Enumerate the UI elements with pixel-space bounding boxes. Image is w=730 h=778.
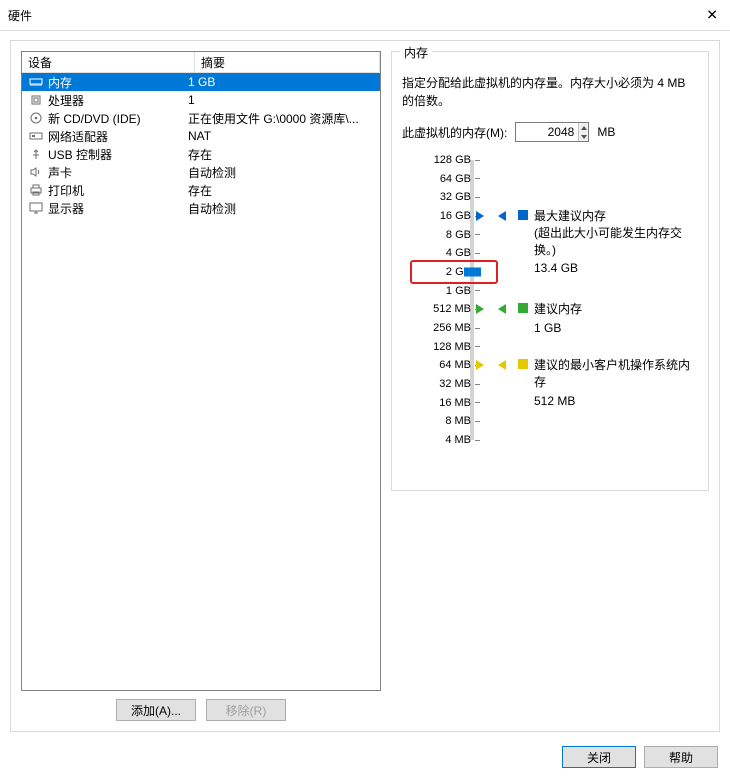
memory-label: 此虚拟机的内存(M): — [402, 124, 507, 141]
device-row-cpu[interactable]: 处理器 1 — [22, 91, 380, 109]
device-list-header: 设备 摘要 — [22, 52, 380, 73]
scale-tick: 128 GB — [412, 153, 480, 167]
memory-groupbox: 内存 指定分配给此虚拟机的内存量。内存大小必须为 4 MB 的倍数。 此虚拟机的… — [391, 51, 709, 491]
titlebar: 硬件 ✕ — [0, 0, 730, 31]
device-row-usb[interactable]: USB 控制器 存在 — [22, 145, 380, 163]
device-list[interactable]: 设备 摘要 内存 1 GB 处理器 1 新 CD/DVD (IDE) 正在使用文… — [21, 51, 381, 691]
scale-tick: 32 GB — [412, 190, 480, 204]
device-summary: 自动检测 — [182, 200, 380, 217]
printer-icon — [28, 182, 44, 198]
recommended-memory-value: 1 GB — [534, 320, 582, 337]
recommended-memory-legend: 建议内存 1 GB — [518, 301, 582, 337]
settings-pane: 内存 指定分配给此虚拟机的内存量。内存大小必须为 4 MB 的倍数。 此虚拟机的… — [391, 51, 709, 721]
device-name: 新 CD/DVD (IDE) — [48, 110, 141, 127]
scale-tick: 16 GB — [412, 209, 480, 223]
device-summary: 存在 — [182, 182, 380, 199]
device-row-nic[interactable]: 网络适配器 NAT — [22, 127, 380, 145]
recommended-memory-color-icon — [518, 303, 528, 313]
recommended-memory-title: 建议内存 — [534, 301, 582, 318]
device-name: 显示器 — [48, 200, 84, 217]
column-summary[interactable]: 摘要 — [195, 52, 380, 72]
nic-icon — [28, 128, 44, 144]
close-button[interactable]: 关闭 — [562, 746, 636, 768]
scale-tick: 1 GB — [412, 284, 480, 298]
device-row-cd[interactable]: 新 CD/DVD (IDE) 正在使用文件 G:\0000 资源库\... — [22, 109, 380, 127]
memory-spinner[interactable] — [515, 122, 589, 142]
device-row-sound[interactable]: 声卡 自动检测 — [22, 163, 380, 181]
device-buttons: 添加(A)... 移除(R) — [21, 699, 381, 721]
device-name: 处理器 — [48, 92, 84, 109]
max-memory-marker-icon — [476, 211, 484, 221]
min-memory-value: 512 MB — [534, 393, 698, 410]
help-button[interactable]: 帮助 — [644, 746, 718, 768]
spinner-up-icon[interactable] — [579, 123, 588, 132]
cpu-icon — [28, 92, 44, 108]
cd-icon — [28, 110, 44, 126]
usb-icon — [28, 146, 44, 162]
device-summary: 正在使用文件 G:\0000 资源库\... — [182, 110, 380, 127]
highlight-box — [410, 260, 498, 284]
scale-tick: 4 MB — [412, 433, 480, 447]
max-memory-pointer-icon — [498, 211, 506, 221]
device-pane: 设备 摘要 内存 1 GB 处理器 1 新 CD/DVD (IDE) 正在使用文… — [21, 51, 381, 721]
max-memory-note: (超出此大小可能发生内存交换。) — [534, 225, 698, 259]
max-memory-color-icon — [518, 210, 528, 220]
scale-tick: 4 GB — [412, 246, 480, 260]
recommended-memory-marker-icon — [476, 304, 484, 314]
recommended-memory-pointer-icon — [498, 304, 506, 314]
min-memory-marker-icon — [476, 360, 484, 370]
memory-icon — [28, 74, 44, 90]
display-icon — [28, 200, 44, 216]
device-name: 网络适配器 — [48, 128, 108, 145]
add-button[interactable]: 添加(A)... — [116, 699, 196, 721]
min-memory-pointer-icon — [498, 360, 506, 370]
window-title: 硬件 — [8, 7, 32, 24]
memory-slider[interactable]: 128 GB64 GB32 GB16 GB8 GB4 GB2 GB1 GB512… — [412, 158, 698, 458]
device-summary: 1 — [182, 93, 380, 107]
max-memory-legend: 最大建议内存(超出此大小可能发生内存交换。)13.4 GB — [518, 208, 698, 277]
device-summary: 自动检测 — [182, 164, 380, 181]
memory-unit: MB — [597, 125, 615, 139]
content-frame: 设备 摘要 内存 1 GB 处理器 1 新 CD/DVD (IDE) 正在使用文… — [10, 40, 720, 732]
device-summary: 1 GB — [182, 75, 380, 89]
scale-tick: 256 MB — [412, 321, 480, 335]
memory-legend: 内存 — [400, 44, 432, 61]
device-summary: 存在 — [182, 146, 380, 163]
device-summary: NAT — [182, 129, 380, 143]
spinner-down-icon[interactable] — [579, 132, 588, 141]
min-memory-legend: 建议的最小客户机操作系统内存 512 MB — [518, 357, 698, 409]
column-device[interactable]: 设备 — [22, 52, 195, 72]
scale-tick: 128 MB — [412, 340, 480, 354]
scale-tick: 512 MB — [412, 302, 480, 316]
min-memory-color-icon — [518, 359, 528, 369]
memory-description: 指定分配给此虚拟机的内存量。内存大小必须为 4 MB 的倍数。 — [402, 74, 698, 110]
min-memory-title: 建议的最小客户机操作系统内存 — [534, 357, 698, 391]
memory-field: 此虚拟机的内存(M): MB — [402, 122, 698, 142]
scale-tick: 64 MB — [412, 358, 480, 372]
memory-input[interactable] — [516, 123, 578, 141]
footer-buttons: 关闭 帮助 — [562, 746, 718, 768]
scale-tick: 32 MB — [412, 377, 480, 391]
device-name: 内存 — [48, 74, 72, 91]
scale-tick: 8 GB — [412, 228, 480, 242]
close-icon[interactable]: ✕ — [706, 7, 718, 24]
device-name: USB 控制器 — [48, 146, 112, 163]
device-name: 声卡 — [48, 164, 72, 181]
scale-tick: 8 MB — [412, 414, 480, 428]
device-name: 打印机 — [48, 182, 84, 199]
scale-tick: 16 MB — [412, 396, 480, 410]
device-row-display[interactable]: 显示器 自动检测 — [22, 199, 380, 217]
sound-icon — [28, 164, 44, 180]
device-row-memory[interactable]: 内存 1 GB — [22, 73, 380, 91]
max-memory-title: 最大建议内存 — [534, 208, 698, 225]
device-row-printer[interactable]: 打印机 存在 — [22, 181, 380, 199]
scale-tick: 64 GB — [412, 172, 480, 186]
remove-button: 移除(R) — [206, 699, 286, 721]
max-memory-value: 13.4 GB — [534, 260, 698, 277]
